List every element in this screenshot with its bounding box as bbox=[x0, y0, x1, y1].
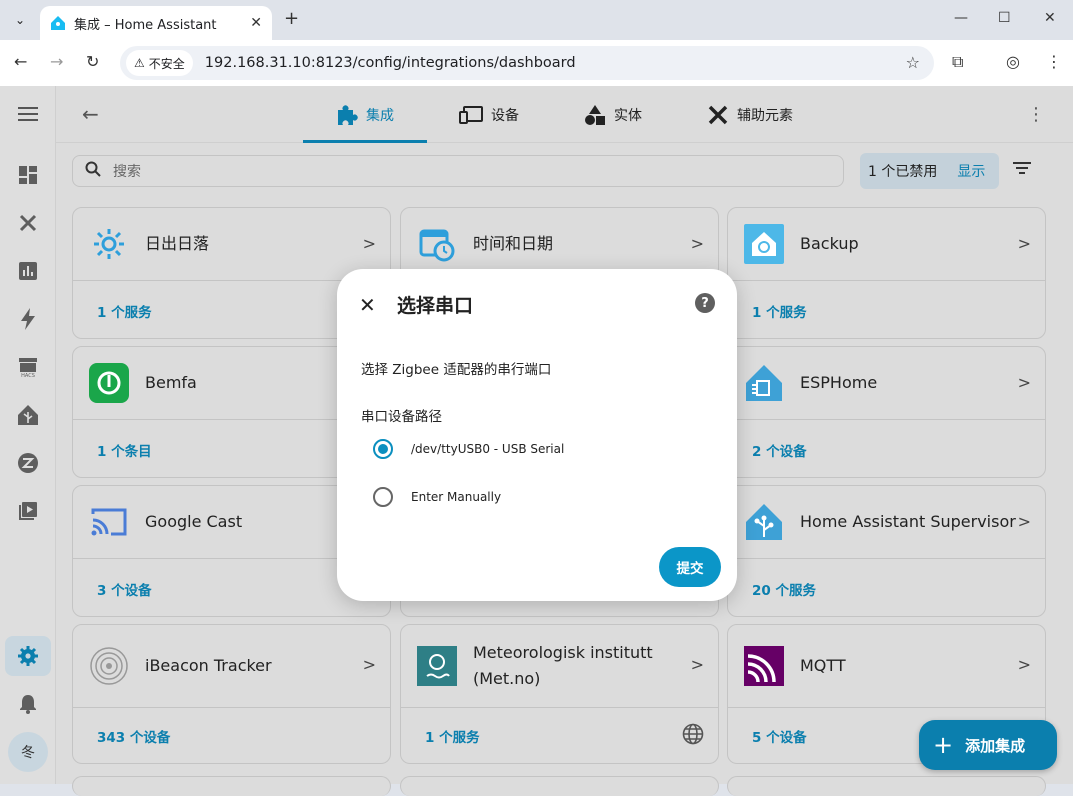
omnibox[interactable]: ⚠ 不安全 192.168.31.10:8123/config/integrati… bbox=[120, 46, 934, 80]
help-icon[interactable]: ? bbox=[695, 293, 715, 313]
dialog-description: 选择 Zigbee 适配器的串行端口 bbox=[361, 362, 552, 378]
address-bar: ← → ↻ ⚠ 不安全 192.168.31.10:8123/config/int… bbox=[0, 40, 1073, 86]
profile-icon[interactable]: ◎ bbox=[1006, 52, 1020, 71]
select-serial-port-dialog: ✕ 选择串口 ? 选择 Zigbee 适配器的串行端口 串口设备路径 /dev/… bbox=[337, 269, 737, 601]
dialog-scrim: ✕ 选择串口 ? 选择 Zigbee 适配器的串行端口 串口设备路径 /dev/… bbox=[0, 86, 1073, 784]
close-window-icon[interactable]: ✕ bbox=[1044, 10, 1056, 26]
radio-option-manual[interactable]: Enter Manually bbox=[373, 487, 501, 507]
radio-option-label: /dev/ttyUSB0 - USB Serial bbox=[411, 442, 565, 456]
maximize-icon[interactable]: ☐ bbox=[998, 10, 1011, 26]
submit-button[interactable]: 提交 bbox=[659, 547, 721, 587]
home-assistant-favicon-icon bbox=[51, 16, 65, 30]
warning-icon: ⚠ bbox=[134, 56, 145, 70]
minimize-icon[interactable]: — bbox=[954, 10, 968, 26]
radio-selected[interactable] bbox=[373, 439, 393, 459]
back-icon[interactable]: ← bbox=[14, 52, 27, 71]
browser-tab[interactable]: 集成 – Home Assistant ✕ bbox=[40, 6, 272, 40]
new-tab-icon[interactable]: + bbox=[284, 8, 299, 29]
browser-tab-strip: ⌄ 集成 – Home Assistant ✕ + — ☐ ✕ bbox=[0, 0, 1073, 40]
close-tab-icon[interactable]: ✕ bbox=[250, 15, 262, 31]
tab-search-chevron-icon[interactable]: ⌄ bbox=[8, 8, 32, 32]
bookmark-star-icon[interactable]: ☆ bbox=[906, 53, 920, 72]
serial-path-label: 串口设备路径 bbox=[361, 409, 442, 425]
security-label: 不安全 bbox=[148, 56, 185, 71]
url-text[interactable]: 192.168.31.10:8123/config/integrations/d… bbox=[205, 55, 576, 71]
browser-menu-icon[interactable]: ⋮ bbox=[1046, 52, 1062, 71]
security-chip[interactable]: ⚠ 不安全 bbox=[126, 50, 193, 76]
close-icon[interactable]: ✕ bbox=[359, 293, 376, 317]
extensions-icon[interactable]: ⧉ bbox=[952, 52, 963, 72]
radio-unselected[interactable] bbox=[373, 487, 393, 507]
radio-option-ttyusb0[interactable]: /dev/ttyUSB0 - USB Serial bbox=[373, 439, 564, 459]
reload-icon[interactable]: ↻ bbox=[86, 52, 99, 71]
radio-option-label: Enter Manually bbox=[411, 490, 502, 504]
dialog-title: 选择串口 bbox=[397, 295, 474, 317]
forward-icon[interactable]: → bbox=[50, 52, 63, 71]
browser-tab-title: 集成 – Home Assistant bbox=[74, 17, 217, 33]
